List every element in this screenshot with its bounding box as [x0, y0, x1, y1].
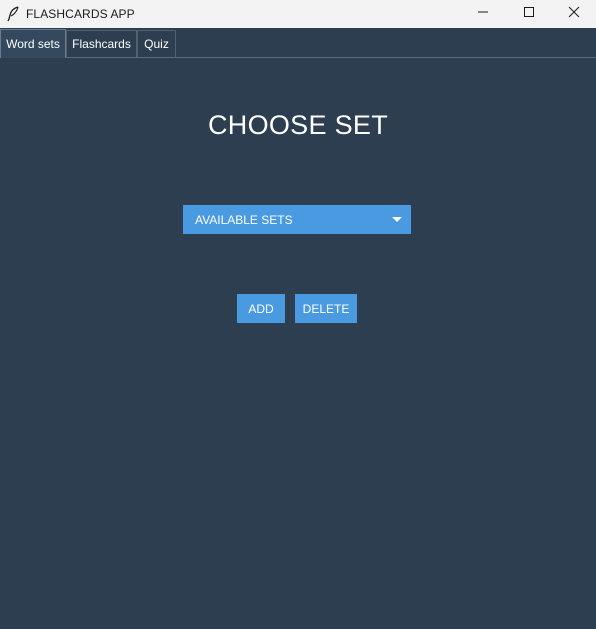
tab-flashcards[interactable]: Flashcards — [66, 30, 137, 57]
window-title: FLASHCARDS APP — [26, 7, 135, 21]
dropdown-selected-value: AVAILABLE SETS — [195, 213, 293, 227]
caret-down-icon — [392, 217, 402, 222]
close-icon — [568, 5, 580, 23]
maximize-icon — [523, 5, 535, 23]
minimize-button[interactable] — [460, 0, 506, 28]
feather-icon — [6, 6, 20, 22]
tab-quiz[interactable]: Quiz — [137, 30, 176, 57]
tab-divider — [0, 57, 596, 58]
close-button[interactable] — [551, 0, 596, 28]
page-title: CHOOSE SET — [207, 110, 389, 140]
minimize-icon — [477, 5, 489, 23]
maximize-button[interactable] — [506, 0, 552, 28]
add-button[interactable]: ADD — [237, 294, 285, 323]
window-titlebar: FLASHCARDS APP — [0, 0, 596, 28]
delete-button[interactable]: DELETE — [295, 294, 357, 323]
sets-dropdown[interactable]: AVAILABLE SETS — [183, 205, 411, 234]
tab-word-sets[interactable]: Word sets — [0, 29, 66, 58]
